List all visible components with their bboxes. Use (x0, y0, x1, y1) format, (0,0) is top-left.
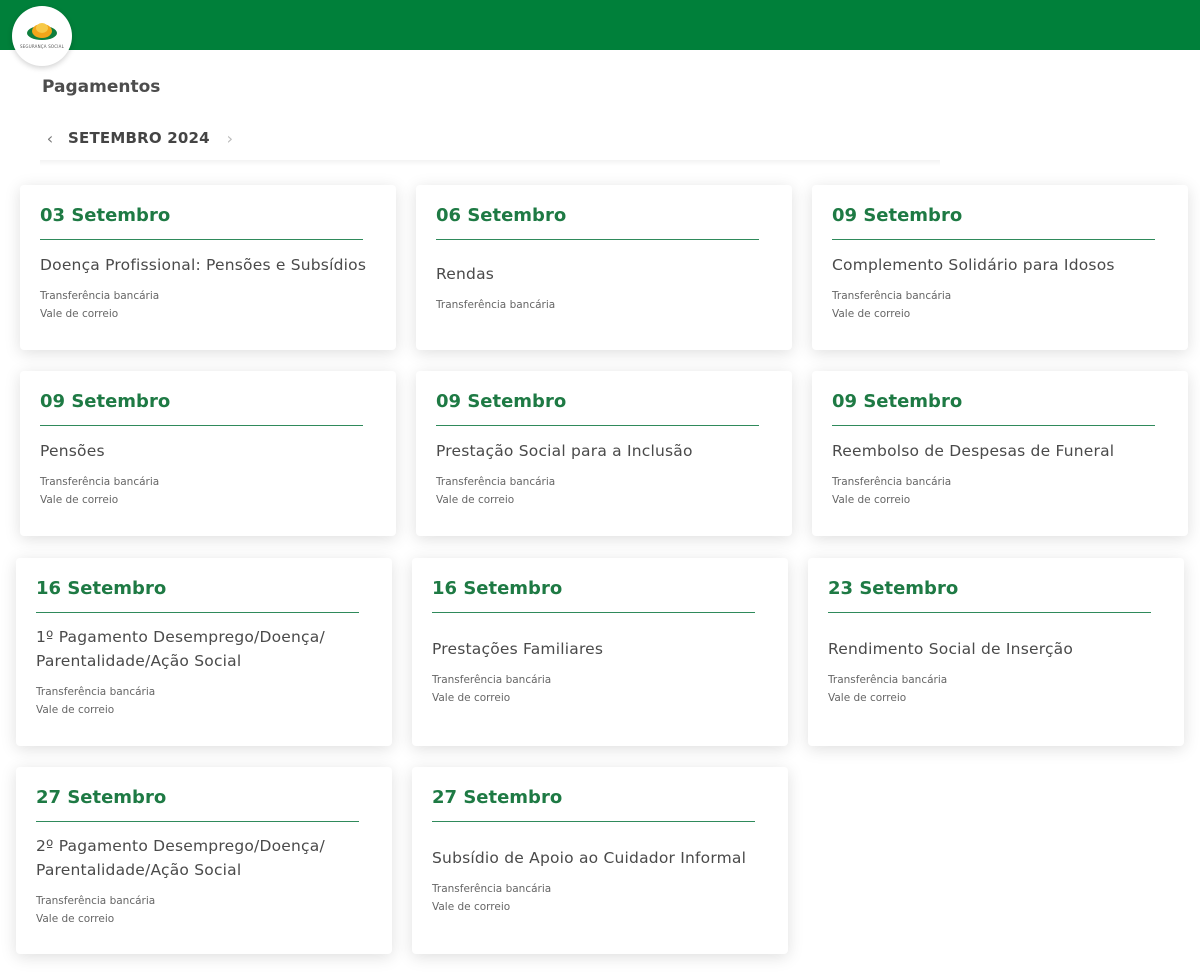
payment-card: 06 Setembro Rendas Transferência bancária (416, 185, 792, 350)
payment-title: Prestação Social para a Inclusão (436, 441, 693, 460)
payment-method: Vale de correio (436, 493, 515, 506)
payment-methods: Transferência bancária Vale de correio (40, 473, 376, 509)
chevron-left-icon[interactable]: ‹ (42, 126, 58, 150)
payment-method: Transferência bancária (436, 298, 556, 311)
payment-title: Doença Profissional: Pensões e Subsídios (40, 255, 367, 274)
payment-title: 1º Pagamento Desemprego/Doença/ Parental… (36, 628, 325, 670)
month-nav-divider (40, 160, 940, 166)
payment-methods: Transferência bancária Vale de correio (832, 287, 1168, 323)
payment-card: 09 Setembro Complemento Solidário para Id… (812, 185, 1188, 350)
payment-method: Vale de correio (432, 900, 511, 913)
payment-method: Vale de correio (832, 493, 911, 506)
payment-card: 27 Setembro Subsídio de Apoio ao Cuidador… (412, 767, 788, 954)
chevron-right-icon[interactable]: › (222, 126, 238, 150)
payment-title: Prestações Familiares (432, 640, 604, 658)
payment-date: 16 Setembro (432, 578, 563, 599)
payment-methods: Transferência bancária Vale de correio (432, 880, 768, 916)
current-month-label: SETEMBRO 2024 (68, 129, 210, 147)
logo-text: SEGURANÇA SOCIAL (19, 43, 65, 49)
payment-date: 16 Setembro (36, 578, 167, 599)
payment-date: 09 Setembro (832, 205, 963, 226)
payment-method: Transferência bancária (432, 674, 552, 686)
payment-date: 06 Setembro (436, 205, 567, 226)
payment-method: Vale de correio (432, 692, 511, 704)
payment-title: Complemento Solidário para Idosos (832, 255, 1115, 274)
payment-date: 23 Setembro (828, 578, 959, 599)
payment-card: 16 Setembro 1º Pagamento Desemprego/Doenç… (16, 558, 392, 746)
payment-card: 09 Setembro Pensões Transferência bancária… (20, 371, 396, 536)
payment-method: Vale de correio (36, 704, 115, 716)
top-bar (0, 0, 1200, 50)
payment-date: 09 Setembro (832, 391, 963, 412)
payment-title: Reembolso de Despesas de Funeral (832, 441, 1115, 460)
month-navigation: ‹ SETEMBRO 2024 › (42, 126, 238, 150)
payment-methods: Transferência bancária Vale de correio (40, 287, 376, 323)
payment-title: Pensões (40, 441, 105, 460)
payment-date: 09 Setembro (40, 391, 171, 412)
payment-method: Transferência bancária (36, 894, 156, 907)
logo-emblem-icon (27, 22, 57, 40)
payment-title: Subsídio de Apoio ao Cuidador Informal (432, 848, 747, 867)
payment-title: Rendas (436, 264, 495, 283)
payment-title: 2º Pagamento Desemprego/Doença/ Parental… (36, 836, 325, 879)
payment-date: 03 Setembro (40, 205, 171, 226)
payment-method: Vale de correio (40, 493, 119, 506)
payment-date: 27 Setembro (36, 787, 167, 808)
payment-methods: Transferência bancária (436, 296, 772, 314)
payment-method: Transferência bancária (432, 882, 552, 895)
payment-card: 03 Setembro Doença Profissional: Pensões … (20, 185, 396, 350)
payment-methods: Transferência bancária Vale de correio (828, 671, 1164, 707)
seguranca-social-logo[interactable]: SEGURANÇA SOCIAL (12, 6, 72, 66)
payment-method: Transferência bancária (828, 674, 948, 686)
payment-methods: Transferência bancária Vale de correio (36, 892, 372, 928)
payment-method: Transferência bancária (40, 475, 160, 488)
page-title: Pagamentos (42, 77, 161, 97)
payment-card: 27 Setembro 2º Pagamento Desemprego/Doenç… (16, 767, 392, 954)
payment-title: Rendimento Social de Inserção (828, 640, 1074, 658)
payment-method: Vale de correio (40, 307, 119, 320)
payment-method: Vale de correio (36, 912, 115, 925)
payment-card: 23 Setembro Rendimento Social de Inserção… (808, 558, 1184, 746)
payment-date: 27 Setembro (432, 787, 563, 808)
payment-method: Transferência bancária (40, 289, 160, 302)
payment-method: Transferência bancária (436, 475, 556, 488)
payment-card: 16 Setembro Prestações Familiares Transfer… (412, 558, 788, 746)
payment-method: Vale de correio (832, 307, 911, 320)
payment-card: 09 Setembro Reembolso de Despesas de Fune… (812, 371, 1188, 536)
payment-method: Transferência bancária (36, 686, 156, 698)
payment-methods: Transferência bancária Vale de correio (36, 683, 372, 719)
payment-method: Transferência bancária (832, 475, 952, 488)
payment-methods: Transferência bancária Vale de correio (436, 473, 772, 509)
payment-methods: Transferência bancária Vale de correio (832, 473, 1168, 509)
payment-methods: Transferência bancária Vale de correio (432, 671, 768, 707)
payment-card: 09 Setembro Prestação Social para a Inclu… (416, 371, 792, 536)
payment-method: Vale de correio (828, 692, 907, 704)
payment-date: 09 Setembro (436, 391, 567, 412)
payment-method: Transferência bancária (832, 289, 952, 302)
